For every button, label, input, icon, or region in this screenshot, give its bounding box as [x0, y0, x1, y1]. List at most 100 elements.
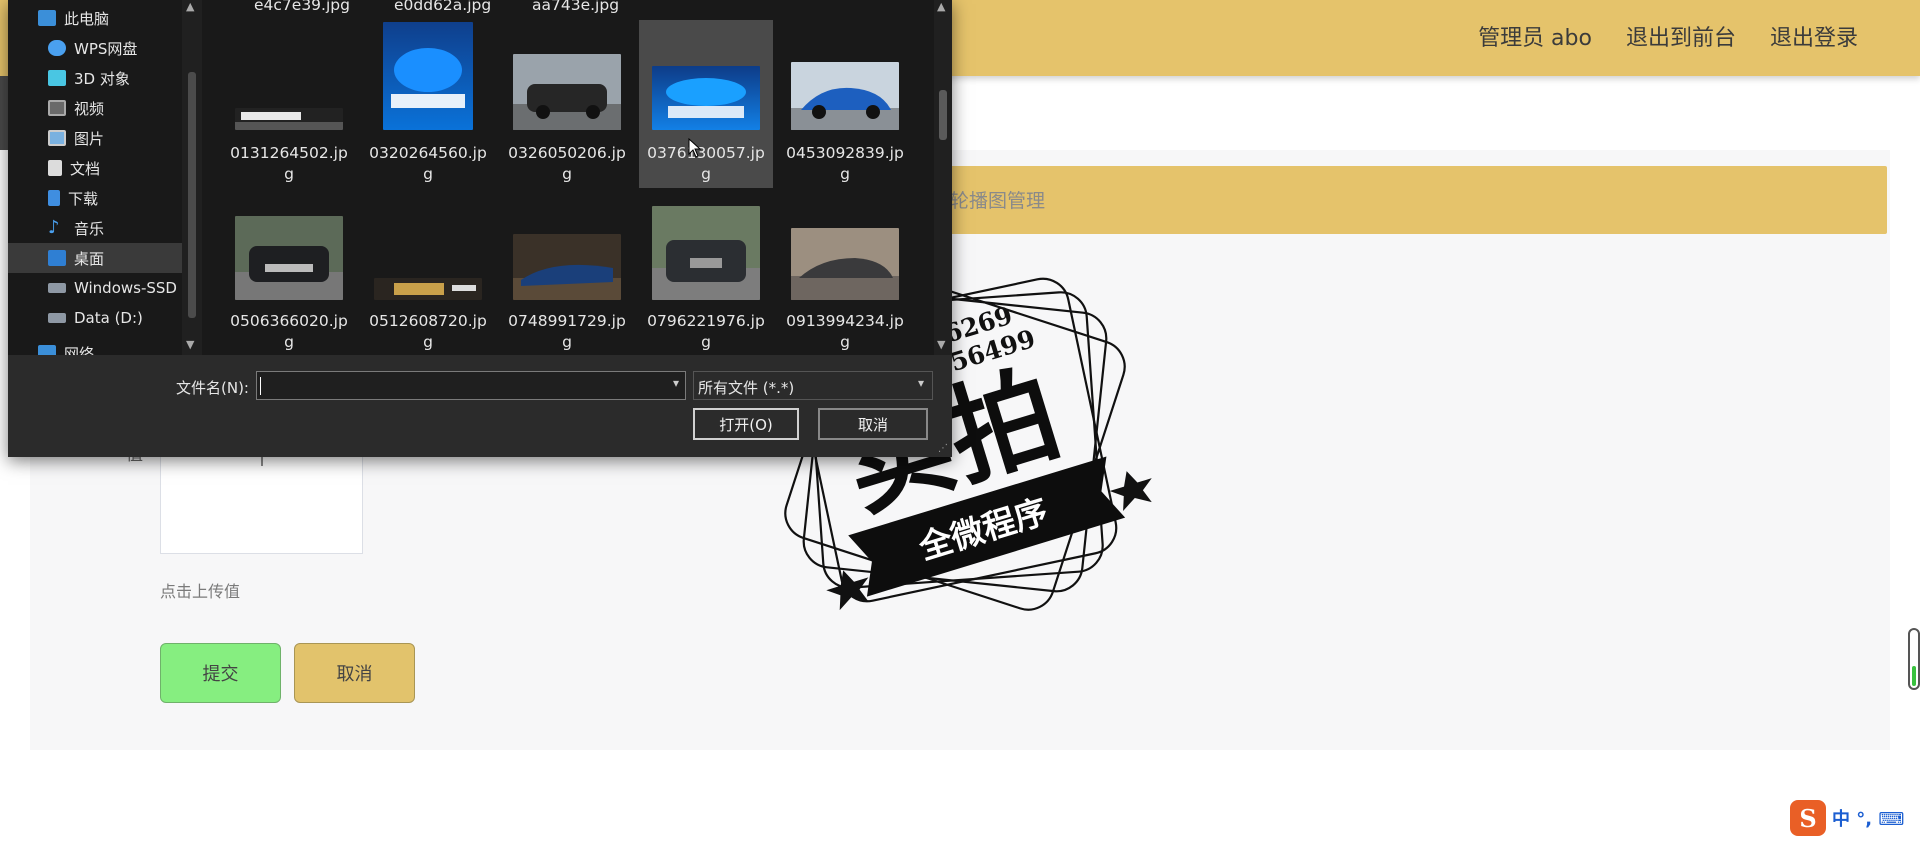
file-name: 0913994234.jp g	[786, 312, 904, 351]
file-thumbnail	[222, 20, 356, 130]
nav-item-label: Windows-SSD (	[74, 279, 188, 297]
file-name: 0748991729.jp g	[508, 312, 626, 351]
file-type-select[interactable]: 所有文件 (*.*) ▾	[693, 371, 933, 400]
file-type-value: 所有文件 (*.*)	[698, 379, 795, 397]
file-name: 0131264502.jp g	[230, 144, 348, 183]
sogou-ime-icon[interactable]: S	[1790, 800, 1826, 836]
chevron-down-icon[interactable]: ▾	[673, 376, 679, 390]
nav-item-label: 桌面	[74, 249, 105, 268]
file-thumbnail	[500, 20, 634, 130]
file-name: 0326050206.jp g	[508, 144, 626, 183]
submit-button[interactable]: 提交	[160, 643, 281, 703]
file-thumbnail	[361, 190, 495, 300]
breadcrumb: 轮播图管理	[940, 166, 1887, 234]
filename-label: 文件名(N):	[176, 379, 249, 397]
download-icon	[48, 190, 60, 206]
file-item[interactable]: 0748991729.jp g	[500, 190, 634, 355]
nav-item-windows-ssd[interactable]: Windows-SSD (	[8, 273, 204, 303]
dialog-cancel-button[interactable]: 取消	[818, 408, 928, 440]
file-item[interactable]: 0506366020.jp g	[222, 190, 356, 355]
file-thumbnail	[361, 20, 495, 130]
nav-item-label: WPS网盘	[74, 39, 138, 58]
nav-item-label: Data (D:)	[74, 309, 143, 327]
nav-item-this-pc[interactable]: 此电脑	[8, 3, 204, 33]
exit-to-frontend-link[interactable]: 退出到前台	[1626, 20, 1736, 52]
file-open-dialog: 此电脑 WPS网盘 3D 对象 视频 图片 文档 下载 ♪ 音乐 桌面 Wind…	[8, 0, 952, 457]
partial-file-name[interactable]: aa743e.jpg	[532, 0, 619, 14]
file-thumbnail	[500, 190, 634, 300]
nav-item-pictures[interactable]: 图片	[8, 123, 204, 153]
document-icon	[48, 160, 62, 176]
nav-item-label: 3D 对象	[74, 69, 130, 88]
nav-item-3d-objects[interactable]: 3D 对象	[8, 63, 204, 93]
scroll-up-icon[interactable]: ▲	[186, 0, 194, 13]
nav-item-label: 音乐	[74, 219, 105, 238]
scroll-down-icon[interactable]: ▼	[186, 338, 194, 351]
file-item[interactable]: 0913994234.jp g	[778, 190, 912, 355]
file-item[interactable]: 0796221976.jp g	[639, 190, 773, 355]
file-thumbnail	[778, 20, 912, 130]
chevron-down-icon[interactable]: ▾	[918, 376, 924, 390]
top-nav-links: 管理员 abo 退出到前台 退出登录	[1478, 20, 1858, 52]
navigation-pane: 此电脑 WPS网盘 3D 对象 视频 图片 文档 下载 ♪ 音乐 桌面 Wind…	[8, 0, 204, 355]
file-item[interactable]: 0326050206.jp g	[500, 20, 634, 188]
nav-item-videos[interactable]: 视频	[8, 93, 204, 123]
navigation-scrollbar[interactable]: ▲ ▼	[182, 0, 202, 355]
resize-grip-icon[interactable]: ⋰	[938, 443, 948, 454]
computer-icon	[38, 10, 56, 26]
file-name: 0376130057.jp g	[647, 144, 765, 183]
file-item[interactable]: 0131264502.jp g	[222, 20, 356, 188]
image-icon	[48, 130, 66, 146]
partial-file-name[interactable]: e4c7e39.jpg	[254, 0, 350, 14]
cloud-icon	[48, 40, 66, 56]
partial-file-name[interactable]: e0dd62a.jpg	[394, 0, 491, 14]
indicator-fill	[1912, 666, 1916, 686]
nav-item-downloads[interactable]: 下载	[8, 183, 204, 213]
scrollbar-thumb[interactable]	[939, 90, 947, 140]
file-name: 0512608720.jp g	[369, 312, 487, 351]
file-grid-scrollbar[interactable]: ▲ ▼	[934, 0, 952, 355]
mouse-cursor-icon	[688, 138, 702, 158]
nav-item-documents[interactable]: 文档	[8, 153, 204, 183]
dialog-footer: 文件名(N): ▾ 所有文件 (*.*) ▾ 打开(O) 取消 ⋰	[8, 355, 952, 457]
scrollbar-thumb[interactable]	[188, 72, 196, 318]
file-thumbnail	[778, 190, 912, 300]
ime-toolbar[interactable]: S 中 °, ⌨	[1790, 798, 1920, 838]
nav-item-network[interactable]: 网络	[8, 338, 204, 355]
drive-icon	[48, 313, 66, 323]
nav-item-desktop[interactable]: 桌面	[8, 243, 182, 273]
nav-item-wps-cloud[interactable]: WPS网盘	[8, 33, 204, 63]
desktop-icon	[48, 250, 66, 266]
file-item[interactable]: 0512608720.jp g	[361, 190, 495, 355]
nav-item-label: 网络	[64, 344, 95, 356]
video-icon	[48, 100, 66, 116]
cancel-button[interactable]: 取消	[294, 643, 415, 703]
file-thumbnail	[639, 190, 773, 300]
scroll-up-icon[interactable]: ▲	[937, 0, 945, 13]
nav-item-label: 图片	[74, 129, 105, 148]
scroll-down-icon[interactable]: ▼	[937, 338, 945, 351]
file-name: 0320264560.jp g	[369, 144, 487, 183]
file-name: 0796221976.jp g	[647, 312, 765, 351]
filename-input[interactable]: ▾	[256, 371, 686, 400]
nav-item-data-d[interactable]: Data (D:)	[8, 303, 204, 333]
sidebar-edge	[0, 76, 8, 150]
logout-link[interactable]: 退出登录	[1770, 20, 1858, 52]
cube-icon	[48, 70, 66, 86]
file-item[interactable]: 0453092839.jp g	[778, 20, 912, 188]
nav-item-label: 下载	[68, 189, 99, 208]
file-item[interactable]: 0320264560.jp g	[361, 20, 495, 188]
page-title: 轮播图管理	[950, 190, 1046, 212]
open-button[interactable]: 打开(O)	[693, 408, 799, 440]
ime-mode-label[interactable]: 中 °, ⌨	[1832, 805, 1904, 831]
music-icon: ♪	[48, 217, 60, 238]
nav-item-music[interactable]: ♪ 音乐	[8, 213, 204, 243]
nav-item-label: 文档	[70, 159, 101, 178]
image-upload-box[interactable]	[160, 440, 363, 554]
drive-icon	[48, 283, 66, 293]
file-name: 0506366020.jp g	[230, 312, 348, 351]
upload-hint-text: 点击上传值	[160, 582, 241, 601]
file-item[interactable]: 0376130057.jp g	[639, 20, 773, 188]
network-icon	[38, 345, 56, 355]
file-thumbnail	[222, 190, 356, 300]
